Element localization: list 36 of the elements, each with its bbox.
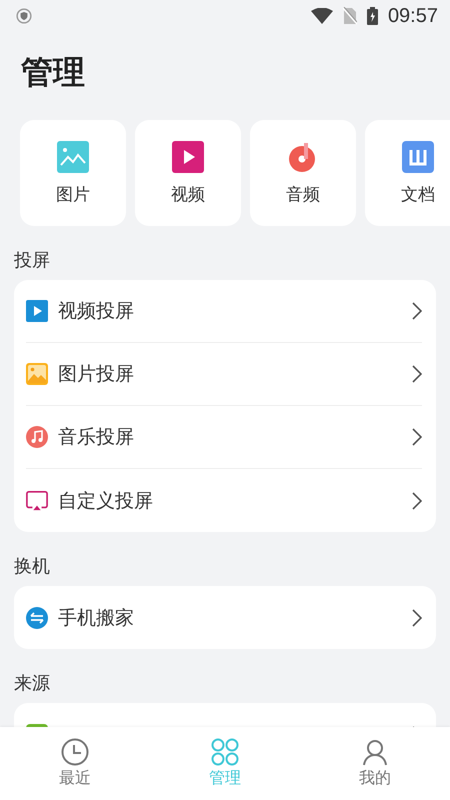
tab[interactable]: 最近 — [0, 727, 150, 800]
chevron-right-icon — [412, 492, 422, 510]
section-heading: 来源 — [14, 672, 51, 695]
person-icon — [361, 738, 389, 766]
list-item[interactable]: 图片投屏 — [26, 343, 422, 406]
play-icon — [26, 300, 48, 322]
section-heading: 换机 — [14, 555, 51, 578]
category-card[interactable]: 音频 — [250, 120, 356, 226]
grid-icon — [211, 738, 239, 766]
transfer-icon — [26, 606, 48, 628]
list-item[interactable]: 音乐投屏 — [26, 406, 422, 469]
chevron-right-icon — [412, 608, 422, 626]
image-icon — [26, 363, 48, 385]
wifi-icon — [310, 8, 333, 24]
chevron-right-icon — [412, 428, 422, 446]
category-card[interactable]: 图片 — [20, 120, 126, 226]
page-title: 管理 — [21, 52, 86, 93]
shield-icon — [16, 8, 32, 24]
music-note-icon — [26, 426, 48, 448]
document-icon — [402, 140, 434, 172]
chevron-right-icon — [412, 365, 422, 383]
category-card[interactable]: 视频 — [135, 120, 241, 226]
play-icon — [172, 140, 204, 172]
chevron-right-icon — [412, 302, 422, 320]
list-item[interactable]: 自定义投屏 — [26, 469, 422, 532]
section-heading: 投屏 — [14, 249, 51, 272]
clock-icon — [61, 738, 89, 766]
no-sim-icon — [342, 7, 357, 25]
battery-icon — [366, 7, 378, 25]
image-icon — [57, 140, 89, 172]
clock-time: 09:57 — [388, 4, 438, 28]
screen-cast-icon — [26, 490, 48, 512]
tab[interactable]: 我的 — [300, 727, 450, 800]
category-card[interactable]: 文档 — [365, 120, 450, 226]
list-item[interactable]: 视频投屏 — [26, 280, 422, 343]
list-item[interactable]: 手机搬家 — [26, 586, 422, 649]
